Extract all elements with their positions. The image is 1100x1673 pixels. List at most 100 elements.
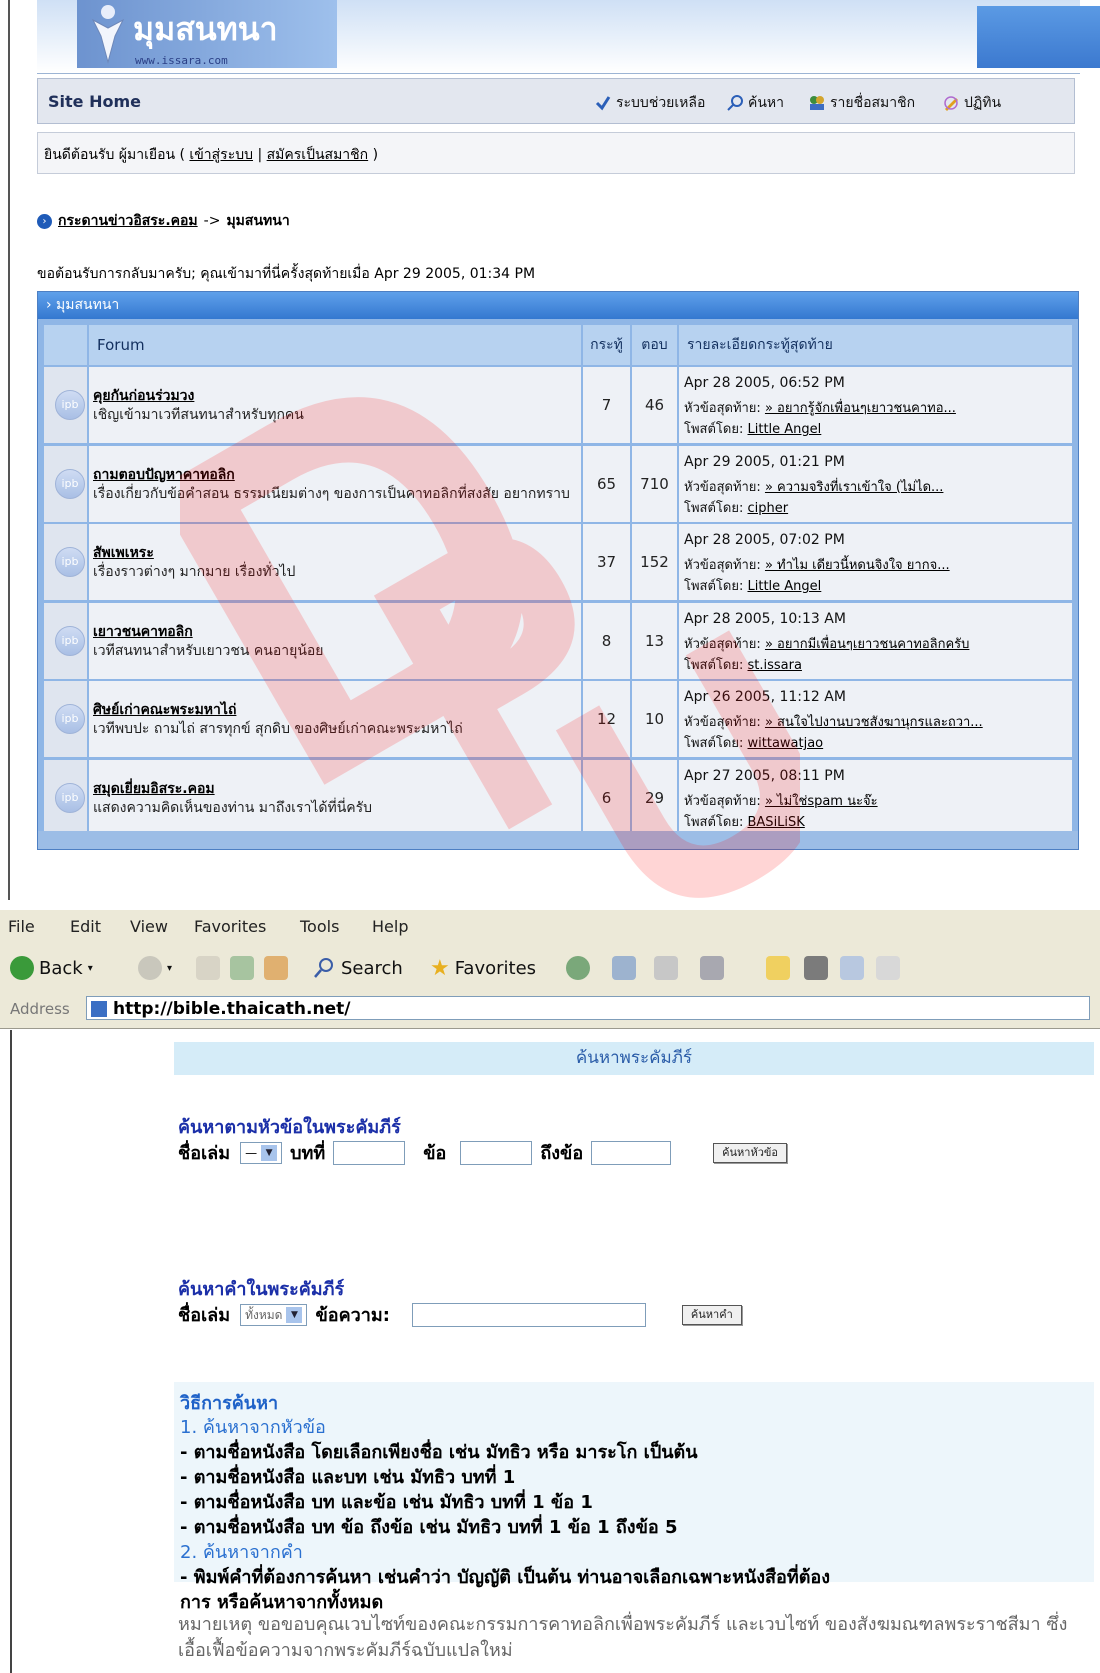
favorites-star-icon: ★	[430, 956, 450, 981]
history-icon[interactable]	[612, 956, 636, 980]
forum-info-cell: สัพเพเหระ เรื่องราวต่างๆ มากมาย เรื่องทั่…	[89, 524, 581, 600]
author-link[interactable]: Little Angel	[748, 579, 822, 594]
last-topic-link[interactable]: » สนใจไปงานบวชสังฆานุกรและถวา...	[765, 715, 983, 730]
author-link[interactable]: st.issara	[748, 658, 802, 673]
forum-nav-bar: Site Home ระบบช่วยเหลือ ค้นหา รายชื่อสมา…	[37, 78, 1075, 124]
login-link[interactable]: เข้าสู่ระบบ	[189, 147, 253, 163]
breadcrumb: › กระดานข่าวอิสระ.คอม -> มุมสนทนา	[37, 210, 290, 232]
last-topic-label: หัวข้อสุดท้าย:	[684, 401, 761, 416]
copy-icon[interactable]	[840, 956, 864, 980]
refresh-icon[interactable]	[230, 956, 254, 980]
last-topic-label: หัวข้อสุดท้าย:	[684, 558, 761, 573]
posted-by-label: โพสต์โดย:	[684, 657, 744, 673]
topic-search-button[interactable]: ค้นหาหัวข้อ	[713, 1142, 788, 1163]
word-search-button[interactable]: ค้นหาคำ	[681, 1304, 742, 1325]
table-footer	[38, 831, 1078, 849]
last-topic-link[interactable]: » อยากรู้จักเพื่อนๆเยาวชนคาทอ...	[765, 401, 956, 416]
topics-count: 65	[596, 474, 617, 493]
site-home-link[interactable]: Site Home	[48, 92, 141, 111]
menu-edit[interactable]: Edit	[70, 917, 101, 936]
forum-status-icon: ipb	[55, 704, 85, 734]
replies-cell: 152	[632, 524, 677, 600]
table-title[interactable]: › มุมสนทนา	[38, 292, 1078, 319]
word-book-select[interactable]: ทั้งหมด ▼	[240, 1303, 308, 1326]
forum-description: เชิญเข้ามาเวทีสนทนาสำหรับทุกคน	[93, 407, 304, 423]
forum-icon-cell: ipb	[44, 445, 87, 522]
forum-icon-cell: ipb	[44, 681, 87, 757]
posted-by-label: โพสต์โดย:	[684, 579, 744, 594]
forum-icon-cell: ipb	[44, 602, 87, 679]
help-icon	[595, 96, 611, 111]
menu-file[interactable]: File	[8, 917, 35, 936]
forum-title-link[interactable]: สัพเพเหระ	[93, 542, 154, 564]
message-input[interactable]	[411, 1302, 646, 1327]
back-arrow-icon	[10, 956, 34, 980]
menu-tools[interactable]: Tools	[300, 917, 339, 936]
forum-description: เวทีพบปะ ถามไถ่ สารทุกข์ สุกดิบ ของศิษย์…	[93, 721, 463, 737]
welcome-bar: ยินดีต้อนรับ ผู้มาเยือน ( เข้าสู่ระบบ | …	[37, 132, 1075, 174]
last-topic-line: หัวข้อสุดท้าย: » สนใจไปงานบวชสังฆานุกรแล…	[684, 711, 983, 732]
last-topic-link[interactable]: » ไม่ใช่spam นะจ๊ะ	[765, 794, 878, 809]
print-icon[interactable]	[654, 956, 678, 980]
verse-input[interactable]	[460, 1140, 533, 1165]
site-title[interactable]: มุมสนทนา	[133, 4, 278, 55]
posted-by-line: โพสต์โดย: BASiLiSK	[684, 811, 805, 832]
folder-icon[interactable]	[766, 956, 790, 980]
word-search-title: ค้นหาคำในพระคัมภีร์	[178, 1279, 345, 1300]
topics-count: 8	[601, 631, 612, 650]
author-link[interactable]: Little Angel	[748, 422, 822, 437]
back-button[interactable]: Back ▾	[10, 956, 93, 980]
last-topic-link[interactable]: » ความจริงที่เราเข้าใจ (ไม่ได...	[765, 480, 943, 495]
register-link[interactable]: สมัครเป็นสมาชิก	[267, 147, 369, 163]
breadcrumb-arrow: ->	[203, 213, 221, 229]
members-link[interactable]: รายชื่อสมาชิก	[808, 92, 915, 114]
paste-icon[interactable]	[876, 956, 900, 980]
toolbar: Back ▾ ▾ Search ★ Favorites	[0, 944, 1100, 991]
forum-title-link[interactable]: สมุดเยี่ยมอิสระ.คอม	[93, 778, 215, 800]
address-input[interactable]: http://bible.thaicath.net/	[86, 996, 1090, 1020]
header-topics: กระทู้	[583, 325, 630, 365]
chapter-input[interactable]	[333, 1140, 406, 1165]
posted-by-line: โพสต์โดย: st.issara	[684, 654, 802, 675]
forum-status-icon: ipb	[55, 547, 85, 577]
help-link[interactable]: ระบบช่วยเหลือ	[594, 92, 705, 114]
footnote: หมายเหตุ ขอขอบคุณเวบไซท์ของคณะกรรมการคาท…	[178, 1614, 1068, 1661]
topics-count: 6	[601, 788, 612, 807]
back-dropdown-icon: ▾	[87, 962, 93, 974]
menu-help[interactable]: Help	[372, 917, 408, 936]
menu-view[interactable]: View	[130, 917, 168, 936]
browser-window: File Edit View Favorites Tools Help Back…	[0, 910, 1100, 1673]
author-link[interactable]: BASiLiSK	[748, 815, 805, 830]
calendar-link[interactable]: ปฏิทิน	[942, 92, 1001, 114]
media-icon[interactable]	[566, 956, 590, 980]
breadcrumb-root-link[interactable]: กระดานข่าวอิสระ.คอม	[58, 210, 198, 232]
stop-icon[interactable]	[196, 956, 220, 980]
to-verse-input[interactable]	[591, 1140, 672, 1165]
last-topic-link[interactable]: » ทำไม เดียวนี้หดนจิงใจ ยากจ...	[765, 558, 950, 573]
breadcrumb-current: มุมสนทนา	[226, 213, 290, 229]
replies-cell: 13	[632, 602, 677, 679]
last-topic-link[interactable]: » อยากมีเพื่อนๆเยาวชนคาทอลิกครับ	[765, 637, 969, 652]
forum-title-link[interactable]: เยาวชนคาทอลิก	[93, 621, 193, 643]
bible-search-header: ค้นหาพระคัมภีร์	[174, 1042, 1094, 1075]
author-link[interactable]: cipher	[748, 501, 789, 516]
topics-count: 7	[601, 396, 612, 414]
author-link[interactable]: wittawatjao	[748, 736, 824, 751]
address-url: http://bible.thaicath.net/	[113, 999, 351, 1019]
search-button[interactable]: Search	[312, 956, 403, 980]
forum-title-link[interactable]: ถามตอบปัญหาคาทอลิก	[93, 464, 235, 486]
search-link[interactable]: ค้นหา	[726, 92, 784, 114]
header-forum: Forum	[89, 325, 581, 365]
book-select[interactable]: — ▼	[240, 1141, 283, 1164]
forum-title-link[interactable]: ศิษย์เก่าคณะพระมหาไถ่	[93, 699, 236, 721]
forum-title-link[interactable]: คุยกันก่อนร่วมวง	[93, 385, 194, 407]
last-post-date: Apr 28 2005, 07:02 PM	[684, 532, 845, 548]
forward-button[interactable]: ▾	[138, 956, 172, 980]
messenger-icon[interactable]	[804, 956, 828, 980]
home-icon[interactable]	[264, 956, 288, 980]
topics-cell: 7	[583, 367, 630, 443]
mail-icon[interactable]	[700, 956, 724, 980]
favorites-button[interactable]: ★ Favorites	[430, 956, 536, 981]
topics-cell: 12	[583, 681, 630, 757]
menu-favorites[interactable]: Favorites	[194, 917, 266, 936]
